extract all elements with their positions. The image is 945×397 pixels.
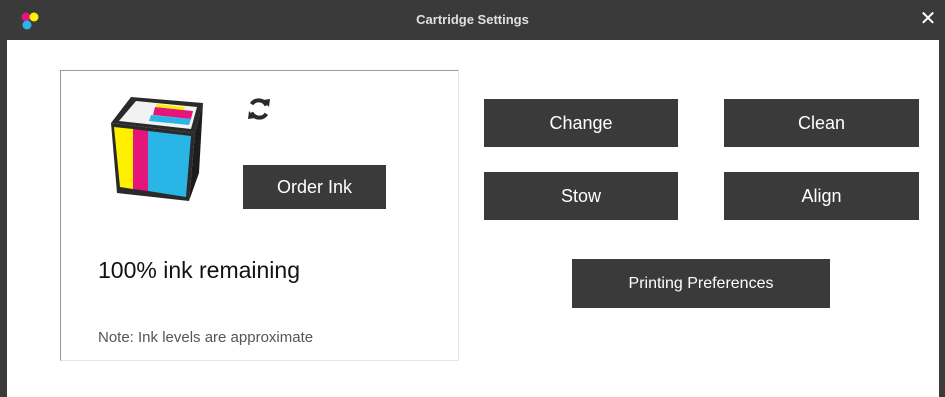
stow-button[interactable]: Stow [484,172,678,220]
ink-remaining-text: 100% ink remaining [98,257,301,283]
cartridge-settings-window: Cartridge Settings ✕ Order Ink 100% ink … [0,0,945,397]
settings-content: Order Ink 100% ink remaining Note: Ink l… [7,40,939,397]
printing-preferences-button[interactable]: Printing Preferences [572,259,830,308]
window-title: Cartridge Settings [416,12,529,27]
title-bar[interactable]: Cartridge Settings ✕ [0,0,945,40]
close-button[interactable]: ✕ [915,6,941,32]
order-ink-button[interactable]: Order Ink [243,165,386,209]
ink-note-text: Note: Ink levels are approximate [98,329,314,346]
ink-cartridge-icon [111,97,203,201]
close-icon: ✕ [919,8,937,30]
ink-level-panel: Order Ink 100% ink remaining Note: Ink l… [60,70,459,361]
change-button[interactable]: Change [484,99,678,147]
refresh-icon[interactable] [246,96,272,122]
align-button[interactable]: Align [724,172,919,220]
clean-button[interactable]: Clean [724,99,919,147]
